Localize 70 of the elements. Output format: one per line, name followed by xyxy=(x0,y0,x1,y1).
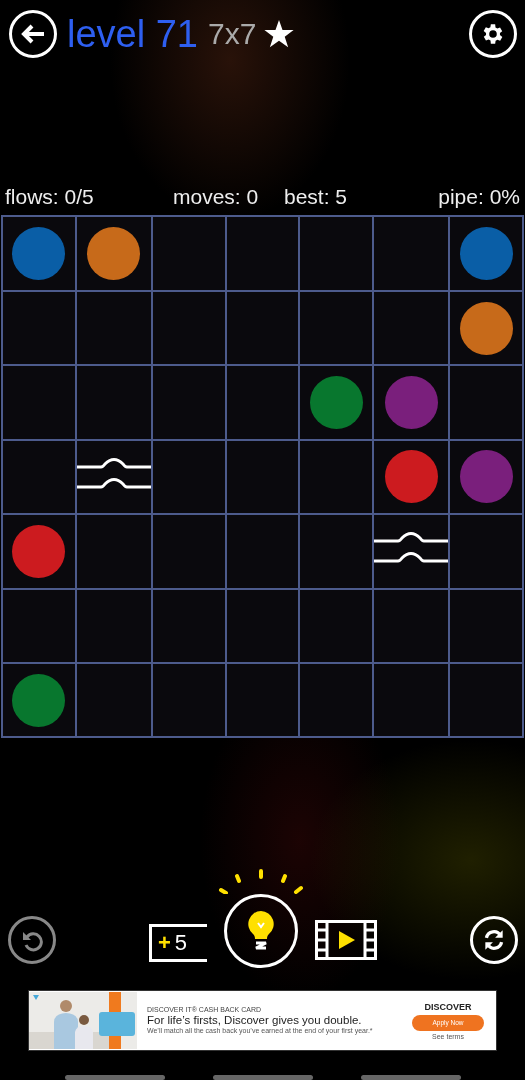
grid-cell[interactable] xyxy=(152,589,225,662)
grid-cell[interactable] xyxy=(374,366,449,439)
grid-cell[interactable] xyxy=(450,440,522,514)
star-icon xyxy=(264,20,295,48)
grid-cell[interactable] xyxy=(374,291,449,365)
grid-cell[interactable] xyxy=(300,366,373,439)
film-play-icon xyxy=(315,920,377,960)
grid-cell[interactable] xyxy=(3,589,75,662)
lightbulb-icon xyxy=(246,909,276,953)
grid-cell[interactable] xyxy=(374,589,449,662)
grid-cell[interactable] xyxy=(374,217,449,290)
grid-cell[interactable] xyxy=(374,440,449,514)
grid-cell[interactable] xyxy=(3,440,75,514)
grid-cell[interactable] xyxy=(152,515,225,588)
grid-cell[interactable] xyxy=(152,217,225,290)
hint-button[interactable] xyxy=(224,894,298,968)
grid-cell[interactable] xyxy=(76,589,151,662)
color-dot[interactable] xyxy=(309,376,363,429)
grid-cell[interactable] xyxy=(300,515,373,588)
moves-counter: moves: 0 xyxy=(173,185,260,210)
grid-cell[interactable] xyxy=(450,366,522,439)
grid-cell[interactable] xyxy=(300,589,373,662)
grid-cell[interactable] xyxy=(3,366,75,439)
grid-cell[interactable] xyxy=(226,291,299,365)
level-title: level 71 xyxy=(67,12,198,56)
grid-cell[interactable] xyxy=(76,217,151,290)
grid-cell[interactable] xyxy=(3,291,75,365)
grid-cell[interactable] xyxy=(226,440,299,514)
grid-cell[interactable] xyxy=(300,217,373,290)
grid-cell[interactable] xyxy=(226,515,299,588)
grid-cell[interactable] xyxy=(300,291,373,365)
undo-button[interactable] xyxy=(8,916,56,964)
grid-cell[interactable] xyxy=(374,664,449,737)
grid-cell[interactable] xyxy=(76,515,151,588)
grid-cell[interactable] xyxy=(374,515,449,588)
grid-cell[interactable] xyxy=(3,217,75,290)
color-dot[interactable] xyxy=(384,376,438,429)
ad-brand: DISCOVER xyxy=(424,1001,472,1012)
grid-cell[interactable] xyxy=(300,440,373,514)
grid-cell[interactable] xyxy=(152,366,225,439)
ad-headline: For life’s firsts, Discover gives you double. xyxy=(147,1013,363,1026)
settings-button[interactable] xyxy=(469,10,517,58)
grid-cell[interactable] xyxy=(226,664,299,737)
grid-cell[interactable] xyxy=(450,515,522,588)
grid-cell[interactable] xyxy=(152,440,225,514)
grid-cell[interactable] xyxy=(3,515,75,588)
back-button[interactable] xyxy=(9,10,57,58)
grid-cell[interactable] xyxy=(76,440,151,514)
pipe-percentage: pipe: 0% xyxy=(438,185,520,210)
flows-counter: flows: 0/5 xyxy=(5,185,95,210)
grid-cell[interactable] xyxy=(226,217,299,290)
grid-cell[interactable] xyxy=(3,664,75,737)
hint-count-button[interactable]: + 5 xyxy=(149,924,207,962)
grid-cell[interactable] xyxy=(152,664,225,737)
grid-cell[interactable] xyxy=(152,291,225,365)
grid-cell[interactable] xyxy=(450,664,522,737)
grid-cell[interactable] xyxy=(300,664,373,737)
grid-cell[interactable] xyxy=(226,589,299,662)
restart-button[interactable] xyxy=(470,916,518,964)
grid-cell[interactable] xyxy=(450,291,522,365)
grid-cell[interactable] xyxy=(76,291,151,365)
grid-cell[interactable] xyxy=(450,217,522,290)
grid-cell[interactable] xyxy=(76,664,151,737)
grid-cell[interactable] xyxy=(226,366,299,439)
grid-cell[interactable] xyxy=(450,589,522,662)
back-arrow-icon xyxy=(20,23,46,45)
grid-cell[interactable] xyxy=(76,366,151,439)
grid-size: 7x7 xyxy=(208,17,257,51)
watch-video-button[interactable] xyxy=(315,920,377,960)
best-score: best: 5 xyxy=(284,185,349,210)
